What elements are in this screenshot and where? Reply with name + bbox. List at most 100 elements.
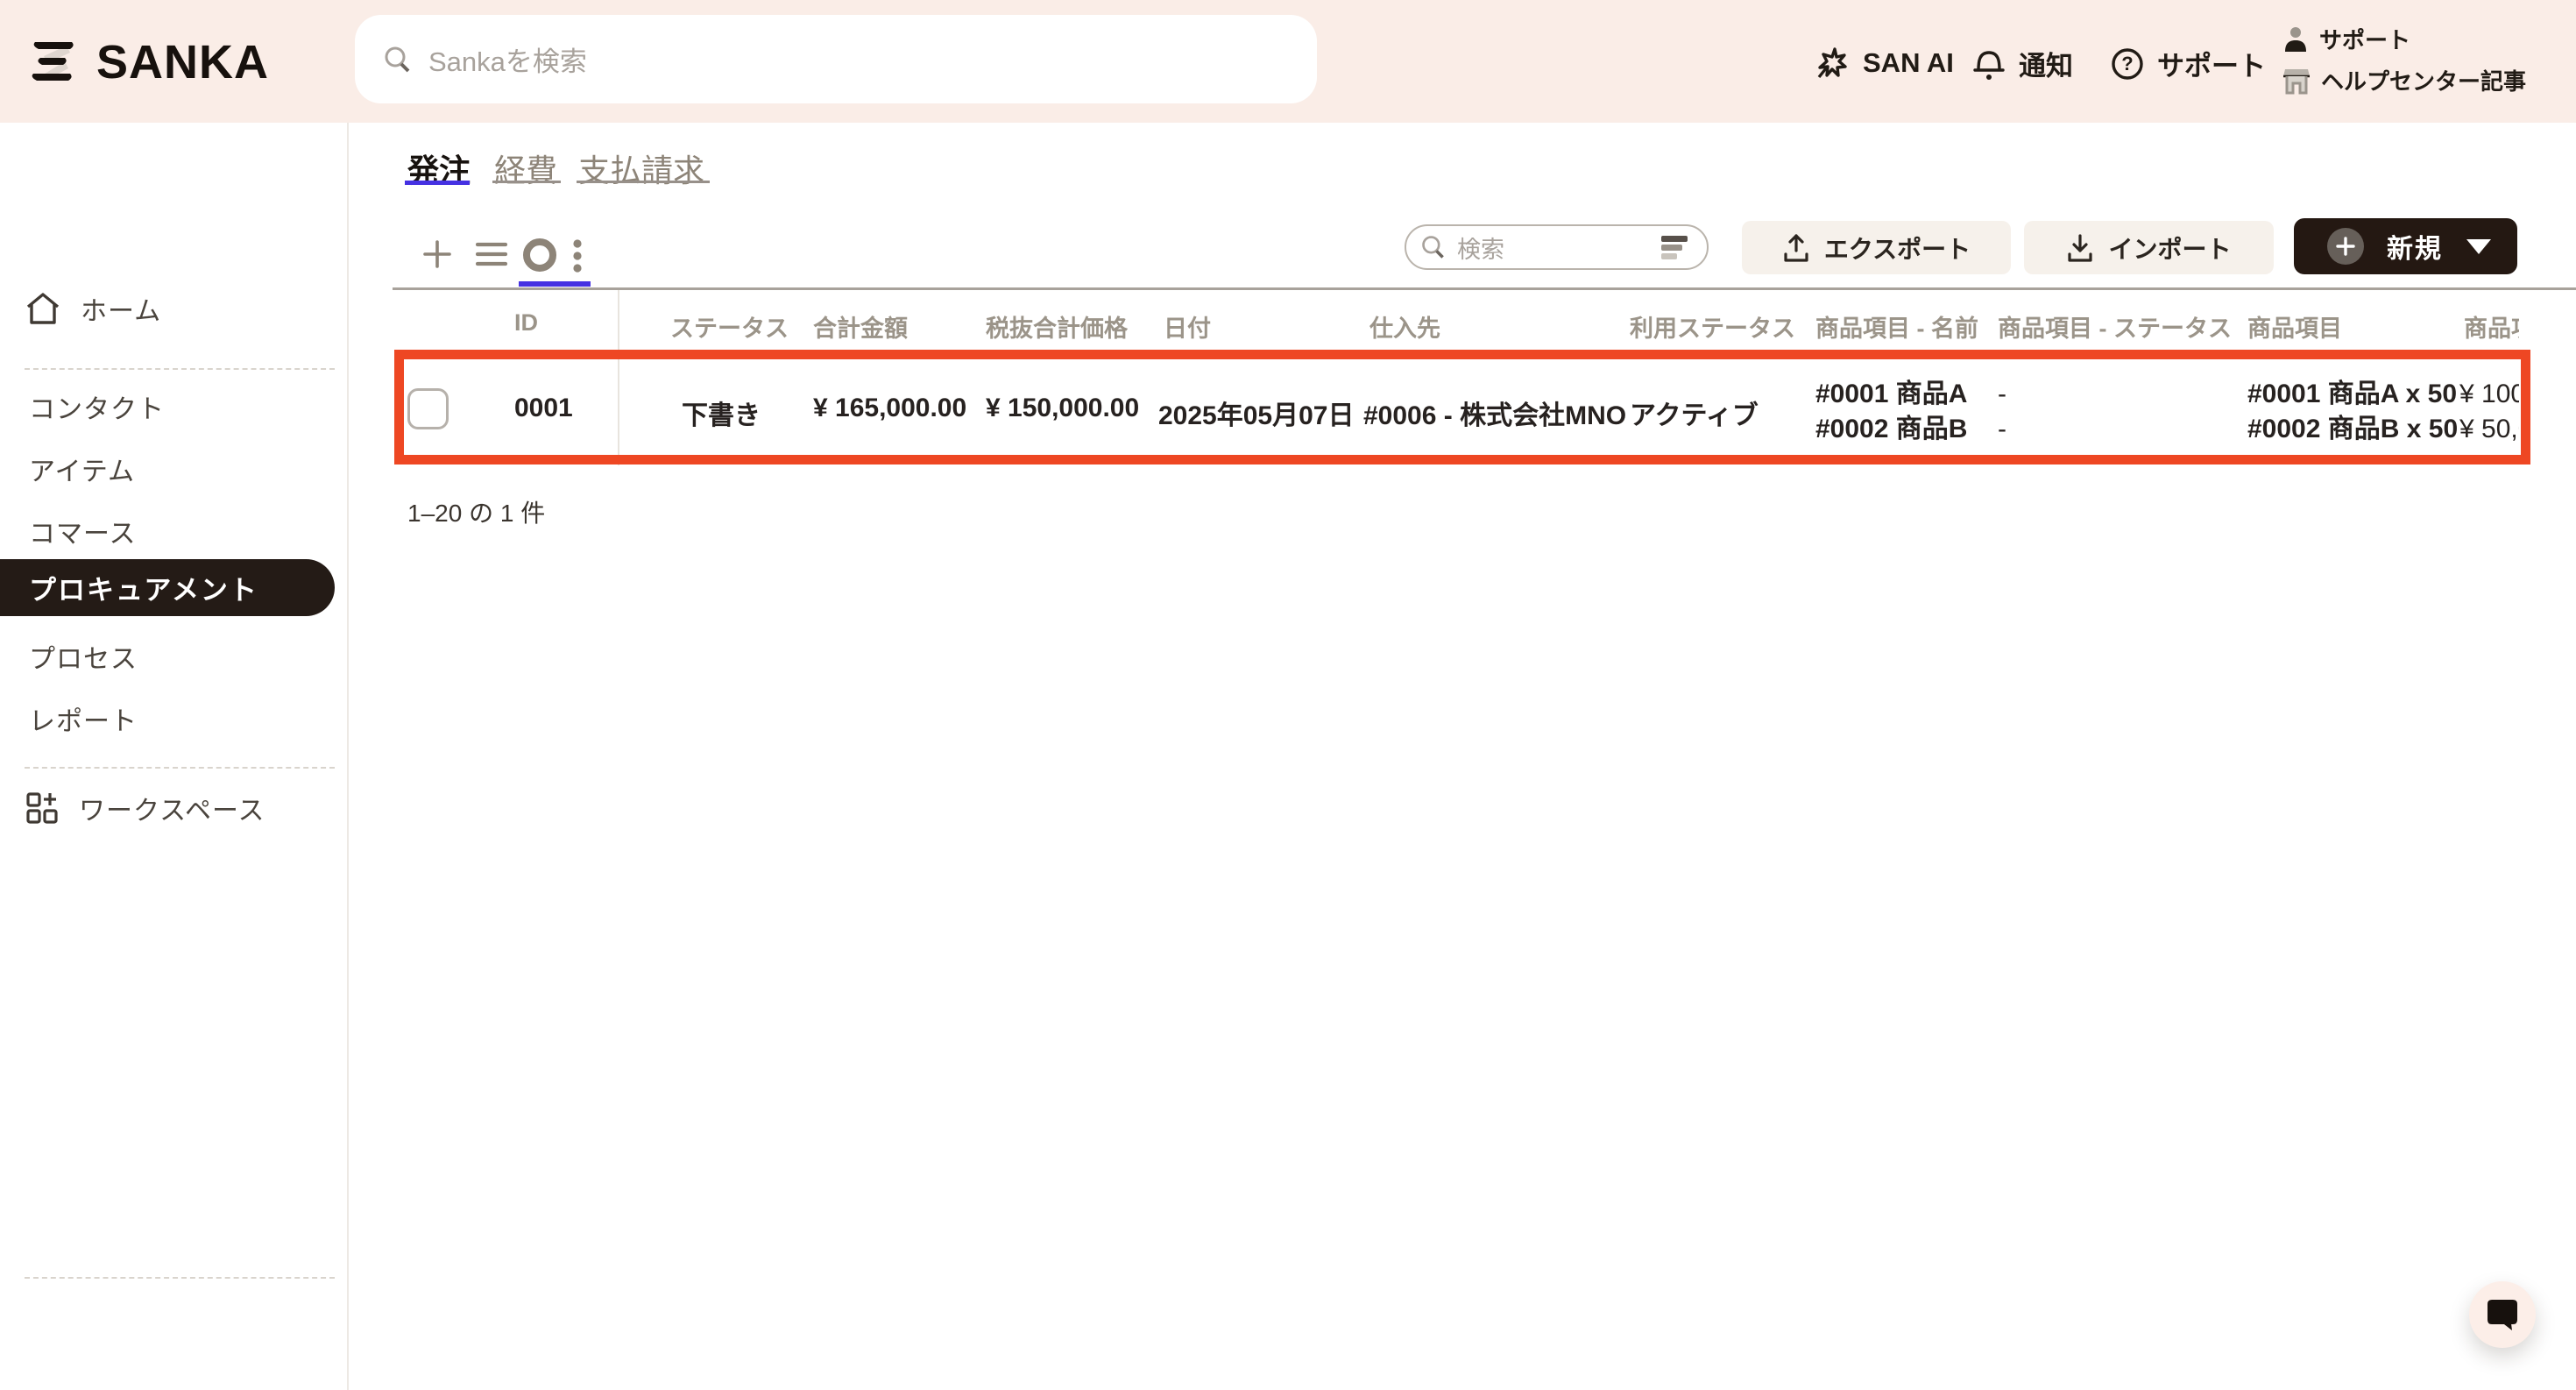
- workspace-icon: [25, 791, 60, 826]
- global-search-input[interactable]: Sankaを検索: [355, 15, 1317, 103]
- san-ai-label: SAN AI: [1863, 47, 1954, 79]
- sidebar-item-home[interactable]: ホーム: [25, 289, 161, 328]
- active-view-underline: [519, 281, 591, 287]
- cell-status: 下書き: [682, 394, 761, 432]
- add-view-button[interactable]: [422, 239, 452, 269]
- cell-date: 2025年05月07日: [1158, 394, 1354, 432]
- tab-orders-underline: [405, 181, 470, 185]
- sidebar-divider: [25, 1277, 335, 1279]
- chat-bubble-icon: [2485, 1297, 2520, 1332]
- sidebar: ホーム コンタクト アイテム コマース プロキュアメント プロセス レポート ワ…: [0, 123, 349, 1390]
- pagination-status: 1–20 の 1 件: [407, 494, 545, 529]
- home-icon: [25, 291, 61, 326]
- item-qty-2: #0002 商品B x 50: [2247, 412, 2458, 447]
- bell-icon: [1971, 46, 2006, 82]
- view-options-kebab-icon[interactable]: [572, 238, 583, 273]
- col-header-total[interactable]: 合計金額: [813, 309, 908, 344]
- plus-circle-icon: [2327, 228, 2364, 265]
- import-label: インポート: [2108, 230, 2231, 266]
- item-name-1: #0001 商品A: [1815, 377, 1967, 412]
- user-icon: [2282, 25, 2309, 53]
- sidebar-item-items[interactable]: アイテム: [29, 450, 135, 488]
- cell-item-names: #0001 商品A #0002 商品B: [1815, 377, 1967, 447]
- item-name-2: #0002 商品B: [1815, 412, 1967, 447]
- tab-payment-requests[interactable]: 支払請求: [578, 145, 704, 191]
- gallery-view-icon[interactable]: [521, 237, 558, 273]
- frozen-column-divider: [618, 290, 619, 465]
- new-button[interactable]: 新規: [2294, 218, 2517, 274]
- table-search-input[interactable]: 検索: [1405, 224, 1709, 270]
- sidebar-divider: [25, 767, 335, 769]
- col-header-subtotal[interactable]: 税抜合計価格: [986, 309, 1128, 344]
- svg-text:?: ?: [2121, 53, 2133, 74]
- support-label: サポート: [2157, 44, 2266, 83]
- caret-down-icon[interactable]: [2466, 239, 2491, 254]
- support-button[interactable]: ? サポート: [2110, 44, 2266, 83]
- col-header-date[interactable]: 日付: [1164, 309, 1211, 344]
- item-status-1: -: [1998, 377, 2006, 412]
- profile-menu[interactable]: サポート ヘルプセンター記事: [2282, 23, 2526, 96]
- tab-expenses[interactable]: 経費: [494, 145, 557, 191]
- list-view-icon[interactable]: [476, 239, 507, 269]
- sidebar-item-process[interactable]: プロセス: [29, 637, 138, 676]
- sparkle-icon: [1815, 46, 1851, 81]
- sidebar-item-commerce[interactable]: コマース: [29, 512, 137, 550]
- global-search-placeholder: Sankaを検索: [428, 39, 587, 79]
- filter-icon[interactable]: [1661, 233, 1691, 261]
- item-qty-1: #0001 商品A x 50: [2247, 377, 2458, 412]
- row-checkbox[interactable]: [407, 388, 449, 429]
- orders-table: ID ステータス 合計金額 税抜合計価格 日付 仕入先 利用ステータス 商品項目…: [393, 290, 2519, 465]
- search-icon: [1420, 234, 1447, 260]
- col-header-item-name[interactable]: 商品項目 - 名前: [1815, 309, 1978, 344]
- logo-text: SANKA: [96, 35, 269, 89]
- sidebar-item-workspace[interactable]: ワークスペース: [25, 789, 265, 827]
- notifications-button[interactable]: 通知: [1971, 44, 2073, 83]
- sidebar-divider: [25, 368, 335, 370]
- download-icon: [2066, 233, 2094, 263]
- cell-total: ¥ 165,000.00: [813, 394, 966, 423]
- new-label: 新規: [2387, 227, 2443, 266]
- col-header-item-status[interactable]: 商品項目 - ステータス: [1998, 309, 2232, 344]
- chat-widget-button[interactable]: [2469, 1281, 2536, 1348]
- san-ai-button[interactable]: SAN AI: [1815, 46, 1954, 81]
- col-header-item[interactable]: 商品項目: [2247, 309, 2342, 344]
- logo-mark-icon: [32, 40, 81, 84]
- question-circle-icon: ?: [2110, 46, 2145, 82]
- cell-subtotal: ¥ 150,000.00: [986, 394, 1139, 423]
- col-header-item-clipped[interactable]: 商品項目: [2464, 309, 2519, 344]
- profile-support-label: サポート: [2319, 23, 2410, 55]
- cell-item-prices: ¥ 100 ¥ 50,0: [2459, 377, 2519, 447]
- col-header-usage-status[interactable]: 利用ステータス: [1630, 309, 1795, 344]
- topbar: SANKA Sankaを検索 SAN AI: [0, 0, 2576, 123]
- storefront-icon: [2282, 66, 2311, 96]
- item-price-2: ¥ 50,0: [2459, 412, 2519, 447]
- sidebar-item-procurement[interactable]: プロキュアメント: [0, 559, 335, 616]
- tab-expenses-underline: [492, 181, 561, 183]
- sidebar-item-workspace-label: ワークスペース: [79, 789, 265, 827]
- notifications-label: 通知: [2019, 44, 2073, 83]
- export-button[interactable]: エクスポート: [1742, 221, 2011, 274]
- table-search-placeholder: 検索: [1457, 230, 1651, 265]
- col-header-supplier[interactable]: 仕入先: [1369, 309, 1440, 344]
- cell-supplier: #0006 - 株式会社MNO: [1363, 394, 1626, 432]
- col-header-status[interactable]: ステータス: [670, 309, 789, 344]
- item-price-1: ¥ 100: [2459, 377, 2519, 412]
- tab-payment-requests-underline: [577, 181, 710, 183]
- app-screen: SANKA Sankaを検索 SAN AI: [0, 0, 2576, 1390]
- export-label: エクスポート: [1824, 230, 1971, 266]
- item-status-2: -: [1998, 412, 2006, 447]
- cell-items: #0001 商品A x 50 #0002 商品B x 50: [2247, 377, 2458, 447]
- cell-usage-status: アクティブ: [1630, 394, 1759, 432]
- sidebar-item-procurement-label: プロキュアメント: [29, 568, 258, 607]
- logo[interactable]: SANKA: [32, 35, 269, 89]
- sidebar-item-contacts[interactable]: コンタクト: [29, 387, 165, 426]
- col-header-id[interactable]: ID: [514, 309, 538, 337]
- import-button[interactable]: インポート: [2024, 221, 2274, 274]
- search-icon: [383, 45, 413, 74]
- help-center-item[interactable]: ヘルプセンター記事: [2282, 64, 2526, 96]
- profile-support-item[interactable]: サポート: [2282, 23, 2526, 55]
- sidebar-item-reports[interactable]: レポート: [29, 699, 138, 738]
- help-center-label: ヘルプセンター記事: [2321, 64, 2526, 96]
- cell-id[interactable]: 0001: [514, 394, 573, 423]
- upload-icon: [1782, 233, 1810, 263]
